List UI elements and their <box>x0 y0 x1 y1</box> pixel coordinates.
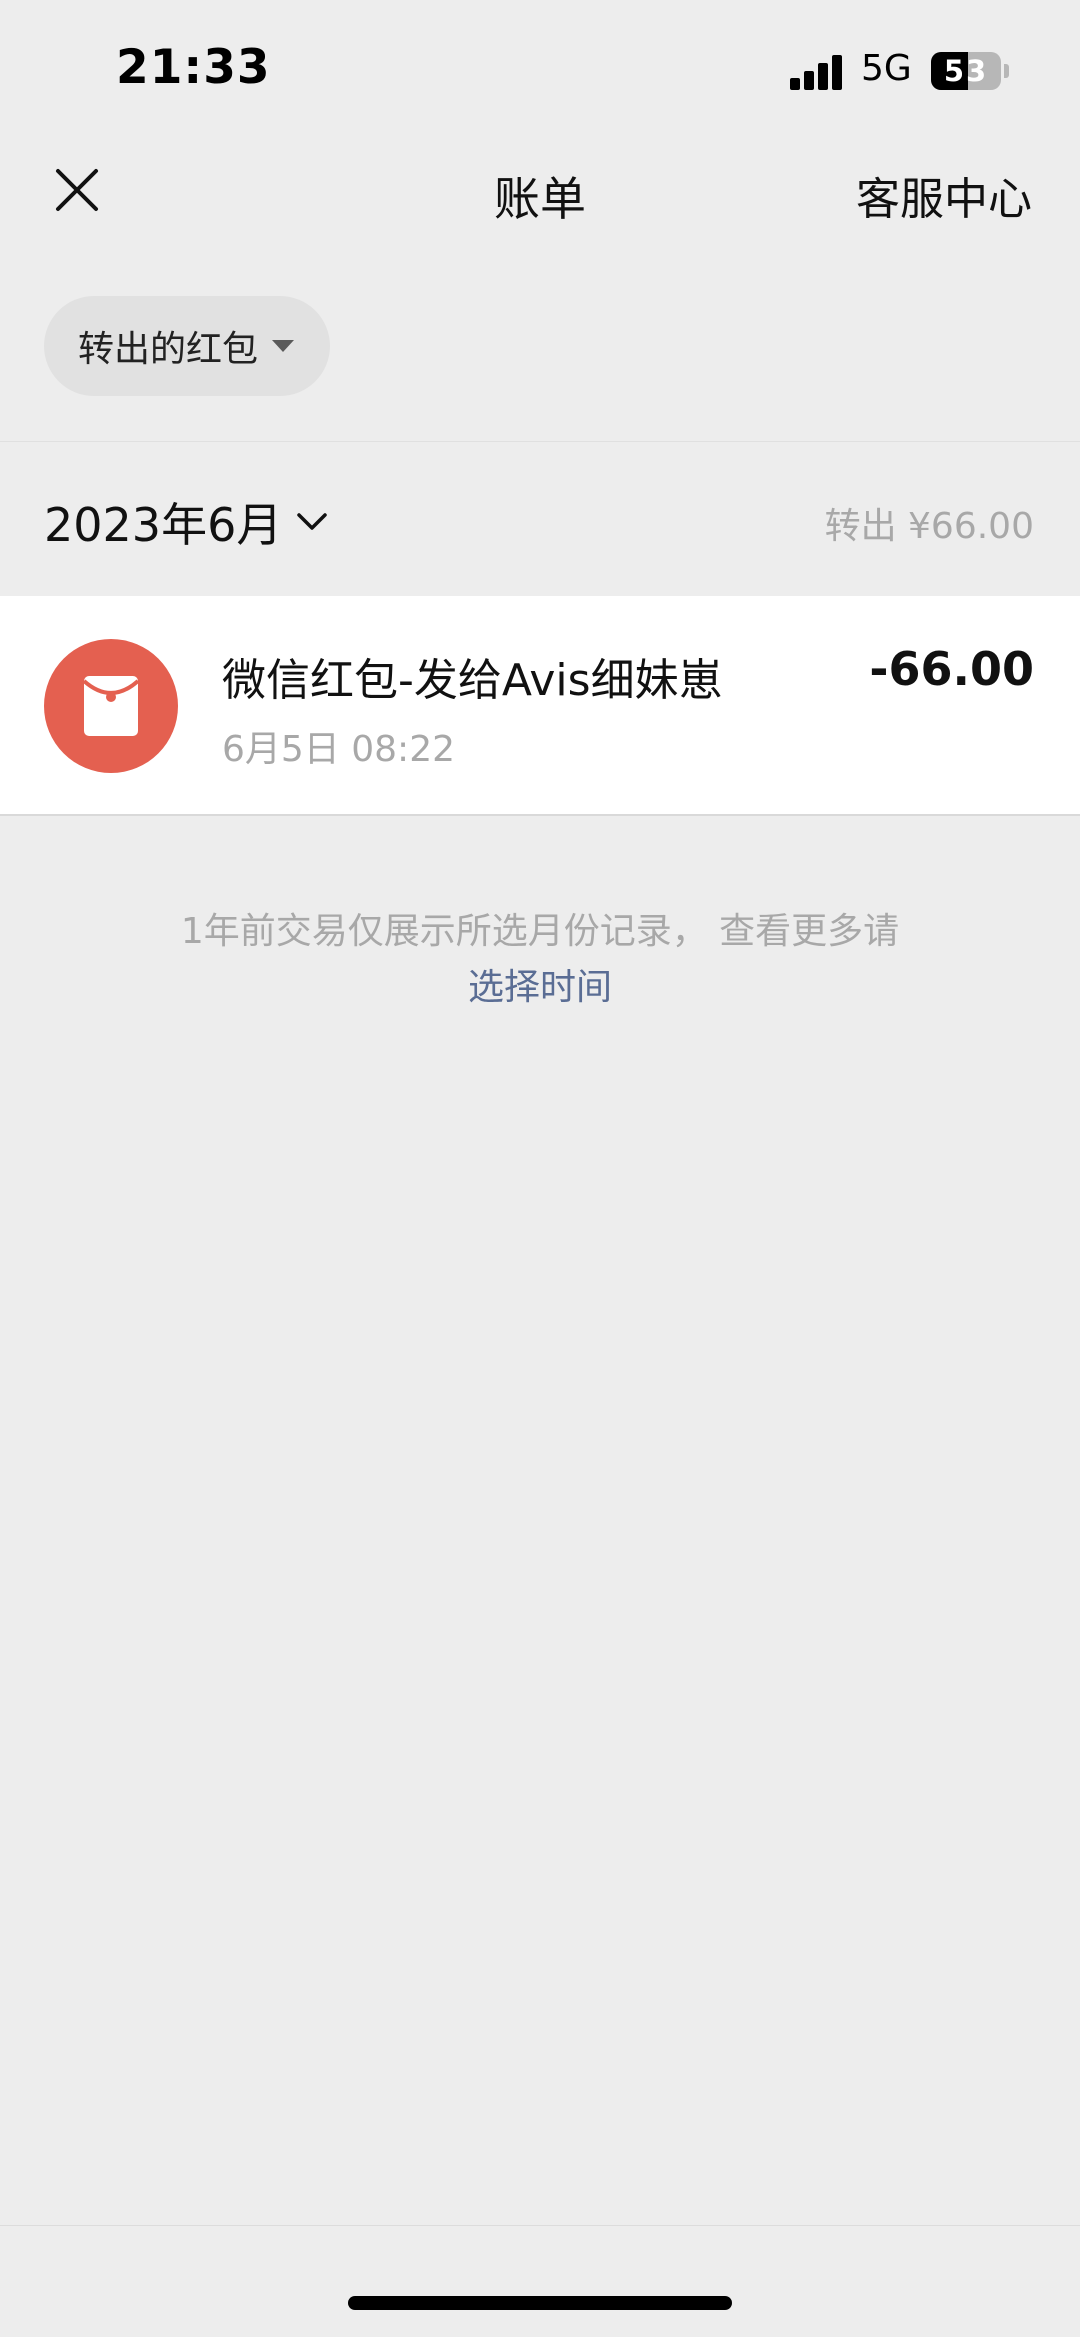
red-packet-icon <box>44 639 178 773</box>
divider <box>0 441 1080 442</box>
status-time: 21:33 <box>116 40 271 95</box>
month-total: 转出 ¥66.00 <box>824 506 1034 547</box>
battery-cap <box>1004 64 1009 78</box>
battery-level: 53 <box>943 54 989 88</box>
select-time-link[interactable]: 选择时间 <box>0 960 1080 1016</box>
home-indicator[interactable] <box>348 2296 732 2310</box>
filter-label: 转出的红包 <box>78 329 259 370</box>
customer-service-link[interactable]: 客服中心 <box>856 163 1032 227</box>
month-label: 2023年6月 <box>44 498 283 552</box>
chevron-down-icon <box>297 513 328 530</box>
transaction-time: 6月5日 08:22 <box>222 729 455 770</box>
network-type: 5G <box>861 48 912 89</box>
filter-dropdown[interactable]: 转出的红包 <box>44 296 330 396</box>
signal-icon <box>790 54 844 90</box>
battery-icon: 53 <box>931 52 1001 90</box>
transaction-row[interactable]: 微信红包-发给Avis细妹崽 6月5日 08:22 -66.00 <box>0 596 1080 816</box>
history-note: 1年前交易仅展示所选月份记录， 查看更多请 选择时间 <box>0 904 1080 1016</box>
caret-down-icon <box>272 340 295 352</box>
divider <box>0 2225 1080 2226</box>
transaction-amount: -66.00 <box>869 642 1034 696</box>
month-selector[interactable]: 2023年6月 <box>44 489 328 555</box>
history-note-text: 1年前交易仅展示所选月份记录， 查看更多请 <box>180 911 900 952</box>
transaction-title: 微信红包-发给Avis细妹崽 <box>222 655 723 706</box>
